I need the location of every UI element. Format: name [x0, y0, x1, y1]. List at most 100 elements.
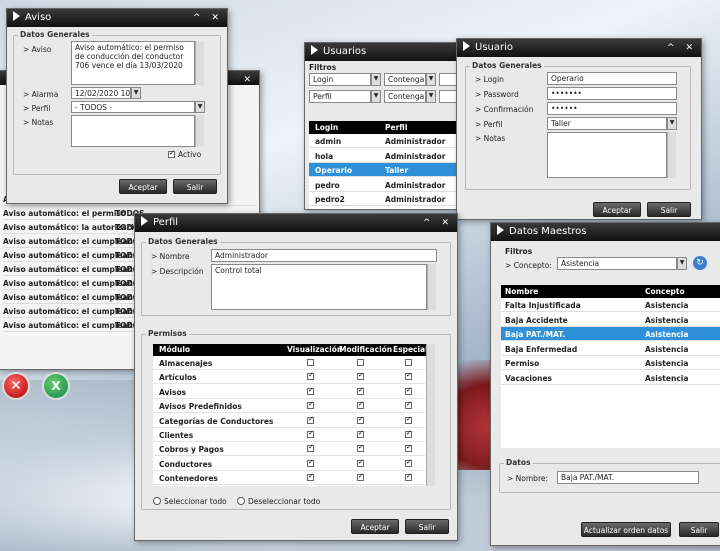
perfil-select[interactable]: Taller — [547, 117, 667, 130]
permiso-v-checkbox[interactable] — [307, 443, 314, 453]
perfil-label: Perfil — [475, 120, 503, 129]
permiso-e-checkbox[interactable] — [405, 472, 412, 482]
excel-round-button[interactable]: X — [42, 372, 70, 400]
app-logo-icon — [463, 41, 470, 51]
aviso-textarea[interactable]: Aviso automático: el permiso de conducci… — [71, 41, 195, 85]
permiso-v-checkbox[interactable] — [307, 371, 314, 381]
nombre-input[interactable]: Baja PAT./MAT. — [557, 471, 699, 484]
refresh-icon[interactable]: ↻ — [693, 256, 707, 270]
filter2-op-select[interactable]: Contenga — [384, 90, 426, 103]
password-input[interactable]: ••••••• — [547, 87, 677, 100]
column-nombre[interactable]: Nombre — [505, 287, 538, 296]
permiso-e-checkbox[interactable] — [405, 458, 412, 467]
filter1-field-select[interactable]: Login — [309, 73, 371, 86]
table-row[interactable]: pedro2 Administrador — [309, 192, 459, 206]
aviso-scrollbar[interactable] — [195, 41, 204, 85]
permiso-v-checkbox[interactable] — [307, 415, 314, 424]
permiso-v-checkbox[interactable] — [307, 400, 314, 410]
seleccionar-todo-radio[interactable] — [153, 497, 161, 505]
salir-button[interactable]: Salir — [405, 519, 449, 534]
table-row[interactable]: Vacaciones Asistencia — [501, 371, 720, 385]
descripcion-textarea[interactable]: Control total — [211, 264, 427, 310]
cell-perfil: Administrador — [385, 180, 446, 190]
permiso-e-checkbox[interactable] — [405, 443, 412, 453]
deseleccionar-todo-label: Deseleccionar todo — [248, 497, 321, 506]
filter2-field-select[interactable]: Perfil — [309, 90, 371, 103]
permiso-m-checkbox[interactable] — [357, 429, 364, 438]
perfil-dropdown-icon[interactable]: ▼ — [667, 117, 677, 130]
column-especial[interactable]: Especial — [393, 345, 428, 354]
column-modulo[interactable]: Módulo — [159, 345, 190, 354]
table-row[interactable]: Baja Enfermedad Asistencia — [501, 342, 720, 356]
permiso-e-checkbox[interactable] — [405, 386, 412, 395]
column-perfil[interactable]: Perfil — [385, 123, 407, 132]
filter2-op-dropdown-icon[interactable]: ▼ — [426, 90, 436, 103]
notas-textarea[interactable] — [71, 115, 195, 147]
permiso-m-checkbox[interactable] — [357, 400, 364, 410]
table-row[interactable]: Baja PAT./MAT. Asistencia — [501, 327, 720, 342]
notas-scrollbar[interactable] — [195, 115, 204, 147]
aceptar-button[interactable]: Aceptar — [351, 519, 399, 534]
perfil-dropdown-icon[interactable]: ▼ — [195, 101, 205, 113]
table-row[interactable]: Falta Injustificada Asistencia — [501, 298, 720, 312]
permiso-m-checkbox[interactable] — [357, 472, 364, 482]
window-title: Usuarios — [323, 46, 367, 57]
perfil-select[interactable]: - TODOS - — [71, 101, 195, 113]
delete-round-button[interactable]: ✕ — [2, 372, 30, 400]
actualizar-orden-button[interactable]: Actualizar orden datos — [581, 522, 671, 537]
filter1-field-dropdown-icon[interactable]: ▼ — [371, 73, 381, 86]
group-label: Datos Generales — [470, 61, 544, 70]
table-row[interactable]: Permiso Asistencia — [501, 356, 720, 371]
confirmacion-input[interactable]: •••••• — [547, 102, 677, 115]
permiso-v-checkbox[interactable] — [307, 386, 314, 395]
salir-button[interactable]: Salir — [679, 522, 719, 537]
login-input[interactable]: Operario — [547, 72, 677, 85]
table-row[interactable]: Operario Taller — [309, 163, 459, 177]
column-login[interactable]: Login — [315, 123, 338, 132]
permisos-scrollbar[interactable] — [426, 344, 435, 486]
column-concepto[interactable]: Concepto — [645, 287, 685, 296]
aceptar-button[interactable]: Aceptar — [593, 202, 641, 217]
window-controls-icon[interactable]: ^ ✕ — [193, 9, 223, 27]
descripcion-scrollbar[interactable] — [427, 264, 436, 310]
table-row[interactable]: admin Administrador — [309, 134, 459, 148]
table-row[interactable]: hola Administrador — [309, 149, 459, 163]
alarma-dropdown-icon[interactable]: ▼ — [131, 87, 141, 99]
concepto-select[interactable]: Asistencia — [557, 257, 677, 270]
notas-textarea[interactable] — [547, 132, 667, 178]
concepto-dropdown-icon[interactable]: ▼ — [677, 257, 687, 270]
deseleccionar-todo-radio[interactable] — [237, 497, 245, 505]
permiso-m-checkbox[interactable] — [357, 458, 364, 467]
permiso-m-checkbox[interactable] — [357, 386, 364, 395]
column-visualizacion[interactable]: Visualización — [287, 345, 342, 354]
notas-scrollbar[interactable] — [667, 132, 676, 178]
permiso-m-checkbox[interactable] — [357, 359, 364, 366]
permiso-v-checkbox[interactable] — [307, 359, 314, 366]
nombre-input[interactable]: Administrador — [211, 249, 437, 262]
activo-checkbox[interactable] — [168, 149, 175, 158]
alarma-datetime-field[interactable]: 12/02/2020 10:57 — [71, 87, 131, 99]
window-controls-icon[interactable]: ^ ✕ — [423, 214, 453, 232]
filter1-op-select[interactable]: Contenga — [384, 73, 426, 86]
permiso-e-checkbox[interactable] — [405, 415, 412, 424]
permiso-v-checkbox[interactable] — [307, 458, 314, 467]
permiso-v-checkbox[interactable] — [307, 472, 314, 482]
permiso-e-checkbox[interactable] — [405, 359, 412, 366]
window-controls-icon[interactable]: ^ ✕ — [667, 39, 697, 57]
filter2-field-dropdown-icon[interactable]: ▼ — [371, 90, 381, 103]
aceptar-button[interactable]: Aceptar — [119, 179, 167, 194]
close-icon[interactable]: ✕ — [243, 71, 255, 89]
permiso-m-checkbox[interactable] — [357, 443, 364, 453]
table-row[interactable]: pedro Administrador — [309, 178, 459, 192]
permiso-m-checkbox[interactable] — [357, 415, 364, 424]
salir-button[interactable]: Salir — [173, 179, 217, 194]
table-row[interactable]: Baja Accidente Asistencia — [501, 313, 720, 327]
permiso-m-checkbox[interactable] — [357, 371, 364, 381]
permiso-e-checkbox[interactable] — [405, 371, 412, 381]
permiso-e-checkbox[interactable] — [405, 400, 412, 410]
filter1-op-dropdown-icon[interactable]: ▼ — [426, 73, 436, 86]
permiso-e-checkbox[interactable] — [405, 429, 412, 438]
column-modificacion[interactable]: Modificación — [339, 345, 392, 354]
salir-button[interactable]: Salir — [647, 202, 691, 217]
permiso-v-checkbox[interactable] — [307, 429, 314, 438]
